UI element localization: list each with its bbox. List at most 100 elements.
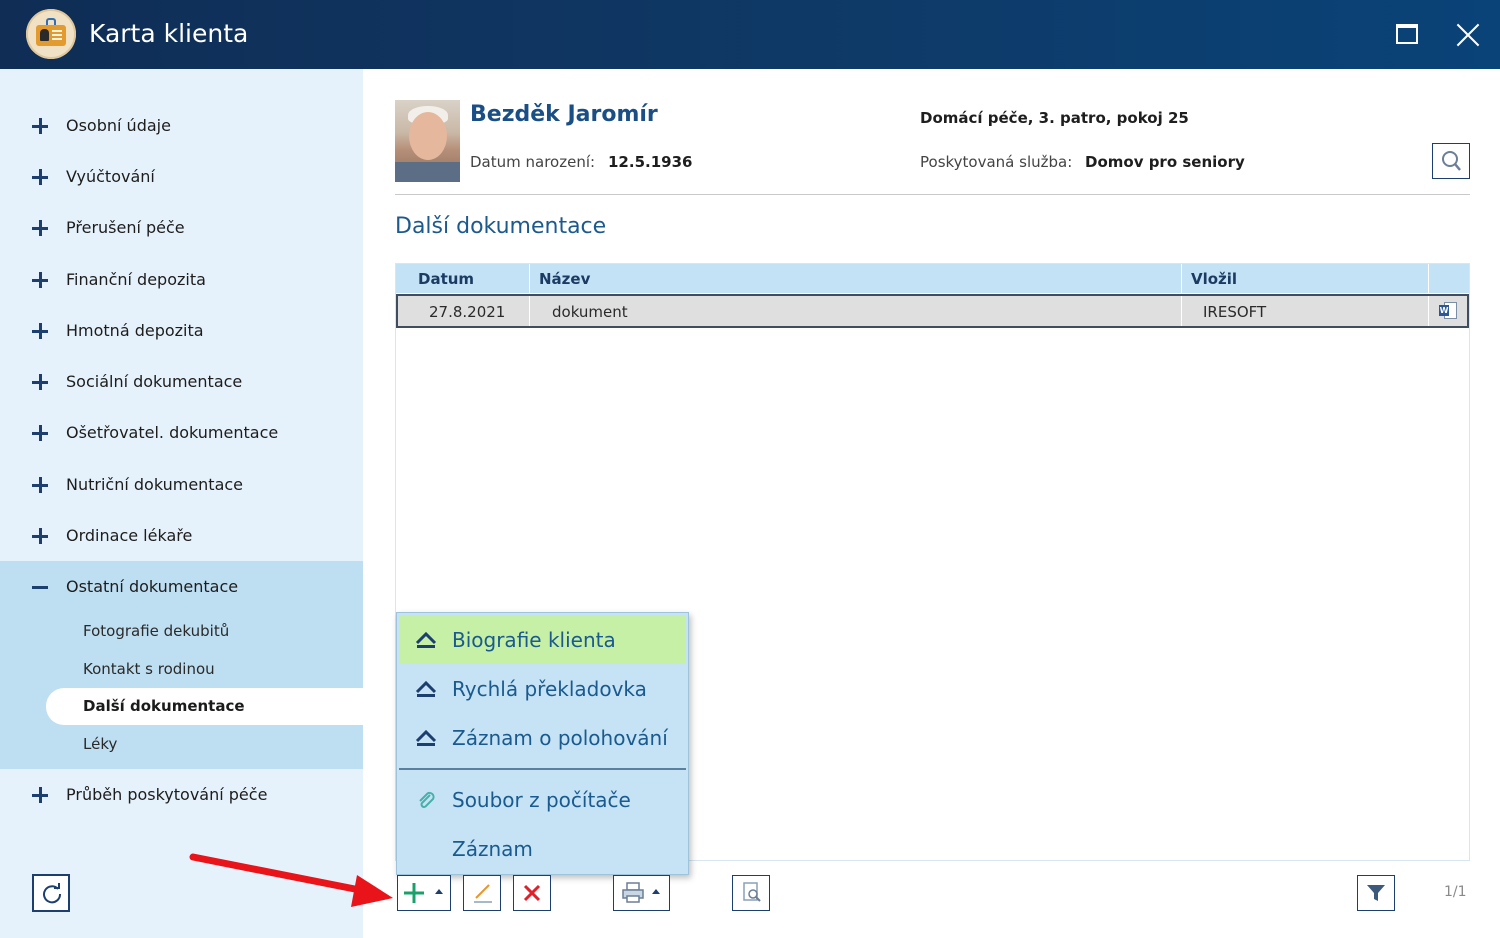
menu-item-soubor-z-pocitace[interactable]: Soubor z počítače <box>399 775 686 824</box>
menu-separator <box>399 768 686 770</box>
service-value: Domov pro seniory <box>1085 153 1245 171</box>
sidebar-subitem-label: Kontakt s rodinou <box>83 660 215 678</box>
expand-plus-icon <box>32 528 48 544</box>
refresh-icon <box>43 883 62 904</box>
sidebar-item-nutricni-dokumentace[interactable]: Nutriční dokumentace <box>0 465 363 505</box>
sidebar-subitem-dalsi-dokumentace[interactable]: Další dokumentace <box>46 688 363 725</box>
plus-icon <box>404 883 424 903</box>
client-card-icon <box>26 9 76 59</box>
expand-plus-icon <box>32 787 48 803</box>
sidebar-item-label: Sociální dokumentace <box>66 372 243 391</box>
filter-button[interactable] <box>1357 875 1395 911</box>
close-button[interactable] <box>1452 18 1484 50</box>
sidebar-subitem-label: Fotografie dekubitů <box>83 622 230 640</box>
menu-item-zaznam[interactable]: Záznam <box>399 824 686 873</box>
delete-button[interactable] <box>513 875 551 911</box>
delete-x-icon <box>523 884 541 902</box>
sidebar-item-financni-depozita[interactable]: Finanční depozita <box>0 260 363 300</box>
expand-plus-icon <box>32 220 48 236</box>
form-icon <box>415 729 437 746</box>
dob-value: 12.5.1936 <box>608 153 693 171</box>
dob-label: Datum narození: <box>470 153 596 171</box>
maximize-icon <box>1396 24 1418 44</box>
sidebar-item-prubeh-poskytovani-pece[interactable]: Průběh poskytování péče <box>0 775 363 815</box>
sidebar-item-label: Nutriční dokumentace <box>66 475 244 494</box>
title-bar: Karta klienta <box>0 0 1500 69</box>
table-row[interactable]: 27.8.2021 dokument IRESOFT W <box>396 294 1469 328</box>
sidebar-item-vyuctovani[interactable]: Vyúčtování <box>0 157 363 197</box>
expand-plus-icon <box>32 323 48 339</box>
sidebar-item-label: Přerušení péče <box>66 218 185 237</box>
header-divider <box>395 194 1470 195</box>
cell-date: 27.8.2021 <box>429 303 506 321</box>
service-label: Poskytovaná služba: <box>920 153 1073 171</box>
collapse-minus-icon <box>32 579 48 595</box>
add-button[interactable] <box>397 875 451 911</box>
table-header: Datum Název Vložil <box>396 264 1469 293</box>
expand-plus-icon <box>32 272 48 288</box>
sidebar-item-label: Ošetřovatel. dokumentace <box>66 423 279 442</box>
expand-plus-icon <box>32 425 48 441</box>
pager: 1/1 <box>1444 884 1467 900</box>
expand-plus-icon <box>32 374 48 390</box>
magnifier-icon <box>1442 151 1461 171</box>
cell-author: IRESOFT <box>1203 303 1267 321</box>
expand-plus-icon <box>32 118 48 134</box>
client-location: Domácí péče, 3. patro, pokoj 25 <box>920 109 1189 127</box>
word-doc-icon[interactable]: W <box>1439 302 1457 319</box>
sidebar-item-socialni-dokumentace[interactable]: Sociální dokumentace <box>0 362 363 402</box>
sidebar-item-label: Osobní údaje <box>66 116 171 135</box>
funnel-icon <box>1367 885 1385 901</box>
sidebar-item-ostatni-dokumentace[interactable]: Ostatní dokumentace <box>0 567 363 607</box>
sidebar-item-label: Průběh poskytování péče <box>66 785 268 804</box>
printer-icon <box>622 882 644 903</box>
expand-plus-icon <box>32 169 48 185</box>
menu-item-label: Soubor z počítače <box>452 788 631 812</box>
menu-item-biografie-klienta[interactable]: Biografie klienta <box>399 615 686 664</box>
caret-up-icon <box>435 889 443 894</box>
sidebar-item-label: Finanční depozita <box>66 270 206 289</box>
section-title: Další dokumentace <box>395 214 607 239</box>
document-preview-icon <box>743 882 761 902</box>
column-header-nazev[interactable]: Název <box>539 270 590 288</box>
pencil-icon <box>474 884 492 903</box>
menu-item-label: Rychlá překladovka <box>452 677 647 701</box>
sidebar-subitem-fotografie-dekubitu[interactable]: Fotografie dekubitů <box>46 613 363 650</box>
annotation-arrow-icon <box>189 853 393 907</box>
sidebar-subitem-label: Léky <box>83 735 118 753</box>
sidebar-item-preruseni-pece[interactable]: Přerušení péče <box>0 208 363 248</box>
add-menu: Biografie klienta Rychlá překladovka Záz… <box>396 612 689 875</box>
cell-name: dokument <box>552 303 628 321</box>
client-name: Bezděk Jaromír <box>470 102 658 127</box>
menu-item-label: Biografie klienta <box>452 628 616 652</box>
sidebar-item-hmotna-depozita[interactable]: Hmotná depozita <box>0 311 363 351</box>
caret-up-icon <box>652 889 660 894</box>
menu-item-rychla-prekladovka[interactable]: Rychlá překladovka <box>399 664 686 713</box>
refresh-button[interactable] <box>32 874 70 912</box>
sidebar-item-osetrovatel-dokumentace[interactable]: Ošetřovatel. dokumentace <box>0 413 363 453</box>
paperclip-icon <box>419 791 435 808</box>
column-header-datum[interactable]: Datum <box>418 270 474 288</box>
expand-plus-icon <box>32 477 48 493</box>
edit-button[interactable] <box>463 875 501 911</box>
maximize-button[interactable] <box>1391 18 1423 50</box>
window-title: Karta klienta <box>89 19 249 48</box>
sidebar-item-osobni-udaje[interactable]: Osobní údaje <box>0 106 363 146</box>
sidebar-item-label: Vyúčtování <box>66 167 155 186</box>
column-header-vlozil[interactable]: Vložil <box>1191 270 1237 288</box>
form-icon <box>415 631 437 648</box>
print-button[interactable] <box>613 875 670 911</box>
client-photo <box>395 100 460 182</box>
client-search-button[interactable] <box>1432 143 1470 179</box>
sidebar-subitem-kontakt-s-rodinou[interactable]: Kontakt s rodinou <box>46 651 363 688</box>
sidebar-subitem-leky[interactable]: Léky <box>46 726 363 763</box>
menu-item-label: Záznam o polohování <box>452 726 668 750</box>
menu-item-zaznam-o-polohovani[interactable]: Záznam o polohování <box>399 713 686 762</box>
sidebar-item-label: Ostatní dokumentace <box>66 577 239 596</box>
sidebar-subitem-label: Další dokumentace <box>83 697 245 715</box>
sidebar-item-label: Ordinace lékaře <box>66 526 193 545</box>
form-icon <box>415 680 437 697</box>
menu-item-label: Záznam <box>452 837 533 861</box>
sidebar-item-ordinace-lekare[interactable]: Ordinace lékaře <box>0 516 363 556</box>
preview-button[interactable] <box>732 875 770 911</box>
